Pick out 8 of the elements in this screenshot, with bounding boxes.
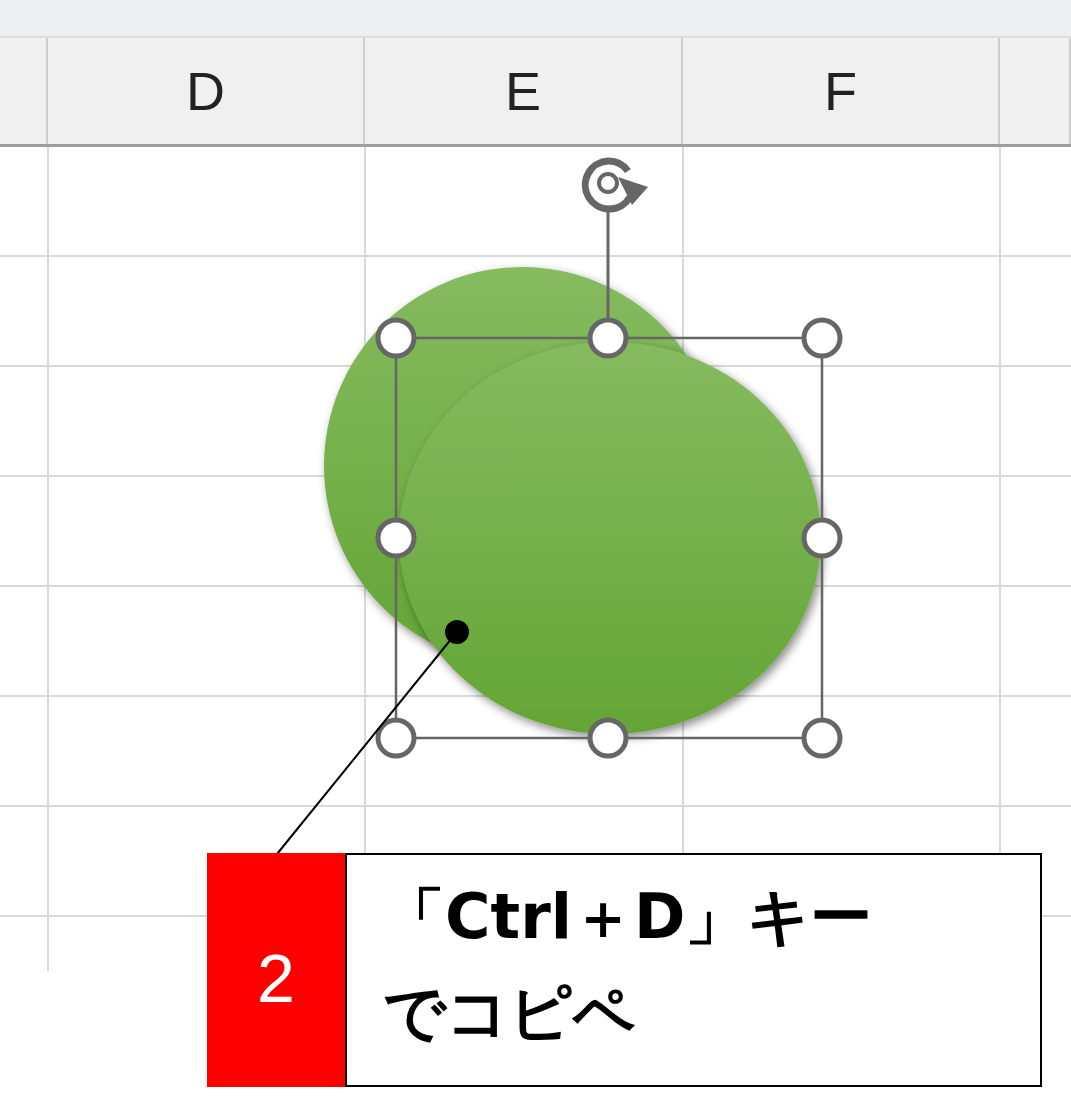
column-header[interactable]: F	[824, 60, 857, 122]
step-number: 2	[207, 853, 345, 1087]
column-header[interactable]: D	[186, 60, 225, 122]
column-header[interactable]: E	[505, 60, 541, 122]
callout-text: 「Ctrl＋D」キー	[383, 879, 873, 955]
selected-circles-drawing[interactable]	[324, 157, 843, 759]
leader-dot	[445, 620, 469, 644]
callout-text: でコピペ	[383, 975, 635, 1051]
